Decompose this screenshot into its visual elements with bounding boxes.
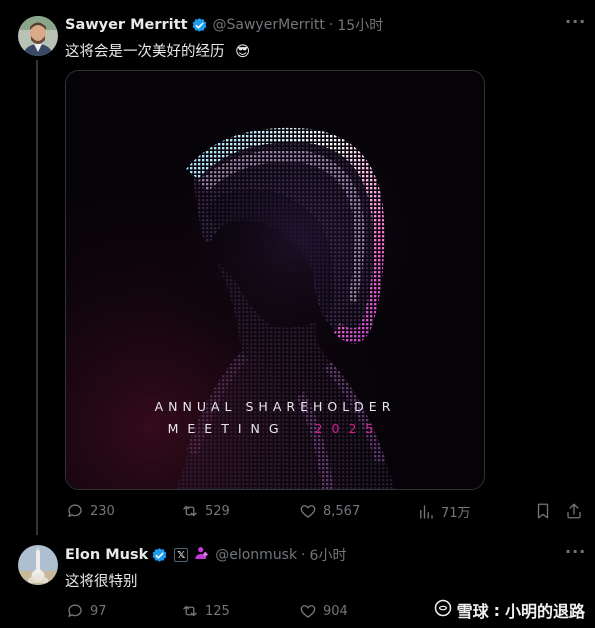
- like-count: 904: [323, 603, 348, 619]
- verified-icon: [191, 17, 208, 34]
- snowball-logo-icon: [434, 599, 452, 621]
- reply-button[interactable]: 230: [66, 502, 115, 520]
- retweet-count: 529: [205, 503, 230, 519]
- media-caption-line1: ANNUAL SHAREHOLDER: [154, 399, 396, 414]
- like-icon: [300, 605, 316, 618]
- retweet-button[interactable]: 529: [181, 502, 230, 520]
- reply-count: 230: [90, 503, 115, 519]
- tweet-text-content: 这将会是一次美好的经历: [65, 44, 225, 60]
- thread-connector-line: [36, 60, 38, 535]
- more-icon[interactable]: ···: [565, 542, 586, 561]
- separator-dot: ·: [301, 547, 306, 563]
- bookmark-icon: [537, 503, 549, 519]
- media-caption-meeting: MEETING: [167, 421, 288, 436]
- xueqiu-watermark: 雪球 : 小明的退路: [434, 598, 585, 622]
- avatar-sawyer[interactable]: [18, 16, 58, 56]
- watermark-separator: :: [493, 600, 500, 620]
- like-button[interactable]: 904: [299, 602, 348, 620]
- reply-text: 这将很特别: [65, 574, 138, 590]
- tweet-time[interactable]: 15小时: [337, 15, 383, 35]
- reply-icon: [68, 504, 82, 517]
- avatar-elon[interactable]: [18, 545, 58, 585]
- reply-header: Elon Musk 𝕏 @elonmusk · 6小时: [65, 545, 346, 565]
- view-count: 71万: [441, 506, 471, 521]
- like-button[interactable]: 8,567: [299, 502, 360, 520]
- affiliate-icon[interactable]: 𝕏: [174, 548, 189, 562]
- sunglasses-emoji: 😎: [235, 44, 251, 60]
- like-count: 8,567: [323, 503, 361, 519]
- reply-icon: [68, 604, 82, 617]
- reply-button[interactable]: 97: [66, 602, 107, 620]
- reply-author-name[interactable]: Elon Musk: [65, 547, 148, 563]
- retweet-button[interactable]: 125: [181, 602, 230, 620]
- like-icon: [300, 505, 316, 518]
- retweet-count: 125: [205, 603, 230, 619]
- media-caption-year: 2025: [314, 421, 383, 436]
- watermark-author: 小明的退路: [504, 602, 585, 621]
- views-button[interactable]: 71万: [417, 502, 471, 521]
- tweet-header: Sawyer Merritt @SawyerMerritt · 15小时: [65, 15, 383, 35]
- retweet-icon: [183, 605, 197, 617]
- views-icon: [420, 504, 433, 519]
- share-button[interactable]: [565, 502, 583, 520]
- reply-author-handle[interactable]: @elonmusk: [215, 547, 297, 563]
- author-handle[interactable]: @SawyerMerritt: [213, 17, 325, 33]
- author-name[interactable]: Sawyer Merritt: [65, 17, 188, 33]
- reply-count: 97: [90, 603, 107, 619]
- bookmark-button[interactable]: [534, 502, 552, 520]
- watermark-brand: 雪球: [456, 602, 489, 621]
- tweet-media-image[interactable]: ANNUAL SHAREHOLDER MEETING 2025: [65, 70, 485, 490]
- retweet-icon: [183, 505, 197, 517]
- separator-dot: ·: [328, 17, 334, 33]
- share-icon: [567, 503, 581, 519]
- reply-time[interactable]: 6小时: [310, 545, 347, 565]
- more-icon[interactable]: ···: [565, 12, 586, 31]
- person-icon: [194, 545, 210, 565]
- tweet-text: 这将会是一次美好的经历 😎: [65, 40, 250, 61]
- media-caption-line2: MEETING 2025: [66, 421, 484, 436]
- verified-icon: [151, 547, 168, 564]
